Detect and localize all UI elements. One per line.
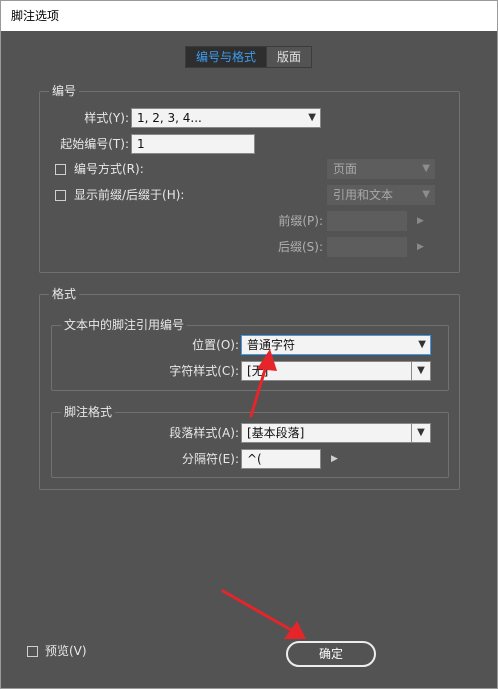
suffix-label: 后缀(S): [277,240,323,254]
ok-button[interactable]: 确定 [286,641,376,667]
prefix-suffix-dropdown-value: 引用和文本 [333,188,394,202]
prefix-label: 前缀(P): [278,214,323,228]
para-style-field[interactable]: [基本段落] [241,423,413,443]
numbering-group-title: 编号 [49,84,80,98]
position-dropdown[interactable]: 普通字符 ▼ [241,335,431,355]
separator-label: 分隔符(E): [182,452,239,466]
style-dropdown-value: 1, 2, 3, 4... [137,111,202,125]
position-dropdown-value: 普通字符 [247,338,296,352]
style-dropdown[interactable]: 1, 2, 3, 4... ▼ [131,108,321,128]
para-style-dropdown-button[interactable]: ▼ [411,423,431,443]
separator-input[interactable]: ^( [241,449,321,469]
suffix-input[interactable] [327,237,407,257]
restart-dropdown[interactable]: 页面 ▼ [327,159,435,179]
restart-dropdown-value: 页面 [333,162,358,176]
ok-button-label: 确定 [318,647,343,661]
tab-numbering-format[interactable]: 编号与格式 [186,47,267,67]
dialog-body: 编号与格式 版面 编号 样式(Y): 1, 2, 3, 4... ▼ 起始编号(… [9,31,489,681]
chevron-down-icon: ▼ [417,365,425,376]
prefix-input[interactable] [327,211,407,231]
para-style-label: 段落样式(A): [169,426,239,440]
prefix-special-char-icon[interactable]: ▶ [417,211,424,231]
para-style-value: [基本段落] [247,426,305,440]
start-number-label: 起始编号(T): [60,137,129,151]
chevron-down-icon: ▼ [308,112,316,123]
preview-checkbox[interactable] [27,646,38,657]
chevron-down-icon: ▼ [422,163,430,174]
format-group-title: 格式 [49,287,80,301]
suffix-special-char-icon[interactable]: ▶ [417,237,424,257]
char-style-field[interactable]: [无] [241,361,413,381]
chevron-down-icon: ▼ [418,339,426,350]
start-number-input[interactable]: 1 [131,134,255,154]
tab-bar: 编号与格式 版面 [185,46,313,68]
char-style-label: 字符样式(C): [169,364,239,378]
preview-label: 预览(V) [45,644,87,658]
chevron-down-icon: ▼ [417,427,425,438]
position-label: 位置(O): [192,338,239,352]
prefix-suffix-dropdown[interactable]: 引用和文本 ▼ [327,185,435,205]
window-title: 脚注选项 [1,1,497,31]
char-style-dropdown-button[interactable]: ▼ [411,361,431,381]
tab-layout[interactable]: 版面 [266,47,312,67]
prefix-suffix-label: 显示前缀/后缀于(H): [74,188,185,202]
footnote-options-dialog: 脚注选项 编号与格式 版面 编号 样式(Y): 1, 2, 3, 4... ▼ … [0,0,498,689]
separator-special-char-icon[interactable]: ▶ [331,449,338,469]
restart-label: 编号方式(R): [74,162,144,176]
chevron-down-icon: ▼ [422,189,430,200]
prefix-suffix-checkbox[interactable] [55,190,66,201]
char-style-value: [无] [247,364,269,378]
style-label: 样式(Y): [84,111,129,125]
reference-subgroup-title: 文本中的脚注引用编号 [61,318,188,332]
footnote-format-subgroup-title: 脚注格式 [61,405,116,419]
restart-checkbox[interactable] [55,164,66,175]
